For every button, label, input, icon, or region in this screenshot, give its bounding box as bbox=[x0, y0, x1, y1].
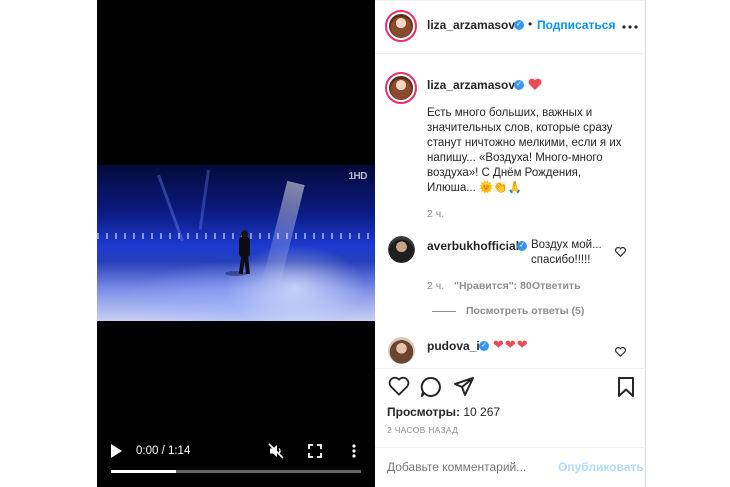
like-heart-icon[interactable] bbox=[615, 244, 626, 258]
arena-lights bbox=[97, 233, 375, 239]
share-paper-plane-icon[interactable] bbox=[453, 376, 475, 398]
follow-button[interactable]: Подписаться bbox=[537, 18, 615, 32]
comment-text: Воздух мой... спасибо!!!!! bbox=[531, 239, 602, 266]
time-display: 0:00 / 1:14 bbox=[136, 445, 191, 457]
video-controls: 0:00 / 1:14 bbox=[97, 437, 375, 477]
reply-button[interactable]: Ответить bbox=[532, 280, 581, 292]
video-player[interactable]: 1HD 0:00 / 1:14 bbox=[97, 0, 375, 487]
avatar[interactable] bbox=[388, 236, 415, 263]
verified-badge-icon: ✓ bbox=[517, 241, 527, 251]
post-dialog: 1HD 0:00 / 1:14 liza_arzamasova ✓ • Подп… bbox=[0, 0, 730, 487]
comment-likes[interactable]: "Нравится": 80 bbox=[454, 280, 532, 292]
video-frame[interactable]: 1HD bbox=[97, 165, 375, 321]
divider bbox=[375, 368, 646, 369]
views-label: Просмотры: bbox=[387, 405, 461, 419]
more-options-icon[interactable] bbox=[622, 16, 638, 30]
views-count: Просмотры: 10 267 bbox=[387, 405, 500, 419]
avatar[interactable] bbox=[385, 10, 417, 42]
comment-time: 2 ч. bbox=[427, 280, 445, 292]
more-options-icon[interactable] bbox=[348, 443, 360, 459]
avatar[interactable] bbox=[385, 72, 417, 104]
fullscreen-icon[interactable] bbox=[307, 443, 323, 459]
verified-badge-icon: ✓ bbox=[514, 80, 524, 90]
comment-input[interactable] bbox=[387, 460, 547, 474]
verified-badge-icon: ✓ bbox=[479, 341, 489, 351]
caption-text: Есть много больших, важных и значительны… bbox=[427, 107, 622, 194]
caption-username[interactable]: liza_arzamasova bbox=[427, 78, 522, 92]
red-heart-icon bbox=[528, 78, 542, 91]
header-username[interactable]: liza_arzamasova bbox=[427, 18, 522, 32]
publish-button[interactable]: Опубликовать bbox=[558, 460, 644, 474]
comment-username[interactable]: averbukhofficial bbox=[427, 239, 519, 253]
channel-logo: 1HD bbox=[348, 171, 367, 182]
posted-time[interactable]: 2 ЧАСОВ НАЗАД bbox=[387, 425, 458, 435]
verified-badge-icon: ✓ bbox=[514, 20, 524, 30]
like-heart-icon[interactable] bbox=[388, 376, 410, 398]
avatar[interactable] bbox=[388, 337, 415, 364]
play-icon[interactable] bbox=[109, 444, 123, 458]
comment-text: ❤❤❤ bbox=[493, 337, 529, 352]
view-replies-button[interactable]: Посмотреть ответы (5) bbox=[432, 305, 584, 317]
replies-line bbox=[432, 310, 456, 312]
view-replies-label: Посмотреть ответы (5) bbox=[466, 305, 585, 317]
separator-dot: • bbox=[528, 17, 533, 31]
divider bbox=[375, 447, 646, 448]
like-heart-icon[interactable] bbox=[615, 344, 626, 358]
bookmark-icon[interactable] bbox=[617, 376, 639, 398]
video-progress-fill bbox=[111, 470, 176, 473]
views-value: 10 267 bbox=[463, 405, 501, 419]
skater-figure bbox=[237, 230, 251, 275]
comment-username[interactable]: pudova_i bbox=[427, 339, 480, 353]
spotlight-beam bbox=[157, 174, 184, 242]
spotlight-beam bbox=[198, 169, 210, 230]
video-progress-bar[interactable] bbox=[111, 470, 361, 473]
mute-icon[interactable] bbox=[268, 443, 284, 459]
comment-bubble-icon[interactable] bbox=[420, 376, 442, 398]
divider bbox=[375, 53, 646, 54]
post-sidebar: liza_arzamasova ✓ • Подписаться liza_arz… bbox=[375, 0, 646, 487]
caption-time: 2 ч. bbox=[427, 208, 445, 220]
